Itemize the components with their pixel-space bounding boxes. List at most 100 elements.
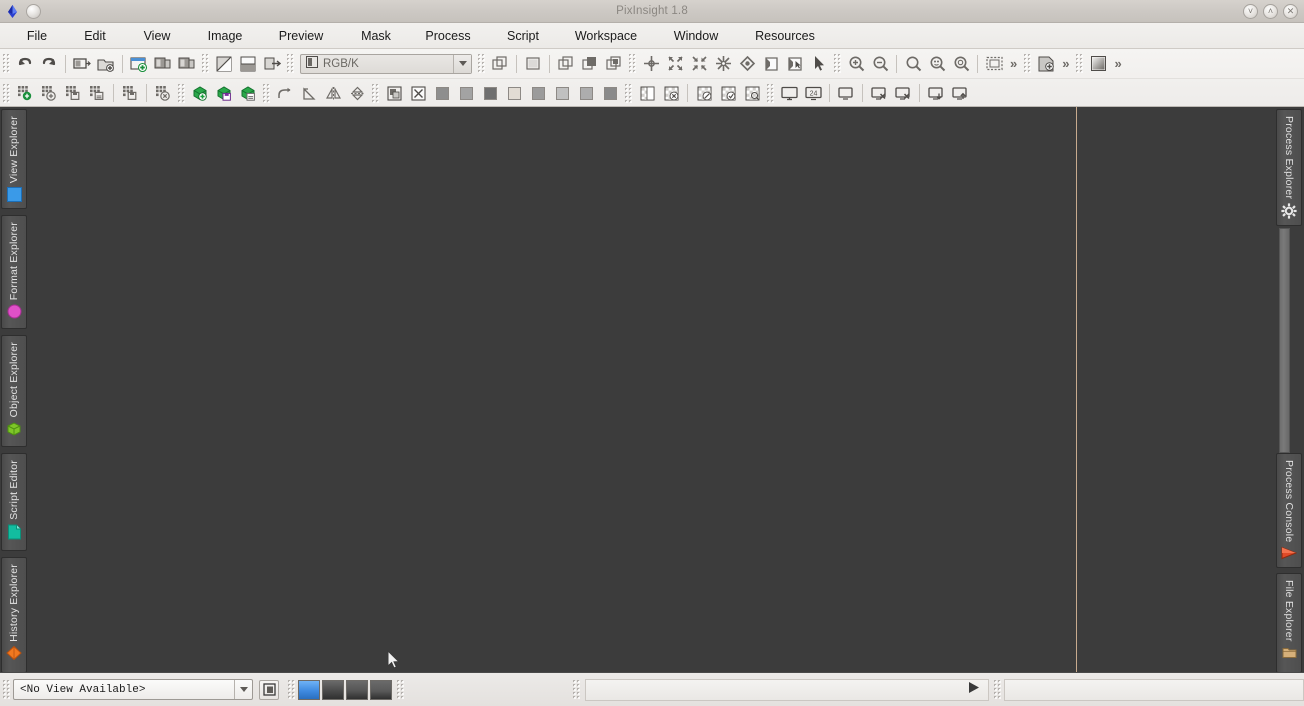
save-icon-set-button[interactable] [212,82,236,105]
mirror-vertical-button[interactable] [345,82,369,105]
preview-fill-button[interactable] [578,52,602,75]
statusbar-grip[interactable] [572,679,581,700]
add-files-button[interactable] [37,82,61,105]
open-icon-set-button[interactable] [188,82,212,105]
alpha-check-button[interactable] [716,82,740,105]
new-preview-button[interactable] [488,52,512,75]
toolbar-grip[interactable] [766,82,775,104]
save-project-as-button[interactable] [85,82,109,105]
transparency-show-button[interactable] [635,82,659,105]
accent-color-swatch[interactable] [574,82,598,105]
workspace-canvas[interactable] [28,107,1276,672]
toolbar-grip[interactable] [371,82,380,104]
mask-select-button[interactable] [783,52,807,75]
save-icon-set-as-button[interactable] [236,82,260,105]
toolbar-grip[interactable] [2,53,11,74]
statusbar-grip[interactable] [287,679,296,700]
fit-view-button[interactable] [687,52,711,75]
menu-item-script[interactable]: Script [497,26,549,46]
alpha-show-button[interactable] [692,82,716,105]
workspace-3-button[interactable] [346,679,368,700]
workspace-4-button[interactable] [370,679,392,700]
zoom-1-1-button[interactable] [711,52,735,75]
toolbar-grip[interactable] [177,82,186,104]
toolbar-grip[interactable] [2,82,11,104]
rotate-button[interactable] [297,82,321,105]
statusbar-grip[interactable] [2,679,11,700]
sidebar-tab-object-explorer[interactable]: Object Explorer [1,335,27,447]
save-all-button[interactable] [118,82,142,105]
toolbar-grip[interactable] [628,53,637,74]
toolbar-grip[interactable] [286,53,295,74]
highlight-color-swatch[interactable] [502,82,526,105]
mirror-horizontal-button[interactable] [321,82,345,105]
pointer-tool-button[interactable] [807,52,831,75]
toolbar-overflow-button[interactable]: » [1006,56,1021,71]
toolbar-grip[interactable] [477,53,486,74]
menu-item-view[interactable]: View [133,26,181,46]
sidebar-tab-format-explorer[interactable]: Format Explorer [1,215,27,329]
neutral-color-swatch[interactable] [478,82,502,105]
transparency-hide-button[interactable] [659,82,683,105]
select-region-button[interactable] [982,52,1006,75]
new-process-button[interactable] [1034,52,1058,75]
sidebar-tab-file-explorer[interactable]: File Explorer [1276,573,1302,673]
zoom-fit-button[interactable] [663,52,687,75]
preview-mask-button[interactable] [521,52,545,75]
menu-item-image[interactable]: Image [199,26,251,46]
toolbar-grip[interactable] [833,53,842,74]
menu-item-file[interactable]: File [16,26,58,46]
monitor-up-button[interactable] [948,82,972,105]
monitor-off-button[interactable] [867,82,891,105]
duplicate-view-button[interactable] [151,52,175,75]
preview-dup-button[interactable] [554,52,578,75]
toolbar-overflow-button[interactable]: » [1058,56,1073,71]
midtone-color-swatch[interactable] [526,82,550,105]
menu-item-edit[interactable]: Edit [74,26,116,46]
zoom-fit-window-button[interactable] [925,52,949,75]
open-project-button[interactable] [13,82,37,105]
new-project-button[interactable] [127,52,151,75]
statusbar-grip[interactable] [993,679,1002,700]
view-selector[interactable]: <No View Available> [13,679,253,700]
pan-mode-button[interactable] [639,52,663,75]
toolbar-grip[interactable] [1075,53,1085,74]
extra-color-swatch[interactable] [598,82,622,105]
alpha-find-button[interactable] [740,82,764,105]
toolbar-grip[interactable] [201,53,210,74]
sidebar-tab-script-editor[interactable]: Script Editor [1,453,27,551]
menu-item-mask[interactable]: Mask [353,26,399,46]
center-view-button[interactable] [735,52,759,75]
toolbar-grip[interactable] [1023,53,1033,74]
view-mode-button[interactable] [259,679,279,700]
play-triangle-icon[interactable] [968,681,980,699]
close-all-button[interactable] [151,82,175,105]
split-view-button[interactable] [236,52,260,75]
new-image-window-button[interactable] [70,52,94,75]
export-view-button[interactable] [260,52,284,75]
redo-button[interactable] [37,52,61,75]
view-selector-arrow-icon[interactable] [234,680,252,699]
undo-all-button[interactable] [273,82,297,105]
toolbar-grip[interactable] [262,82,271,104]
menu-item-window[interactable]: Window [663,26,729,46]
screen-mode-button[interactable] [777,82,801,105]
zoom-optimal-button[interactable] [949,52,973,75]
menu-item-workspace[interactable]: Workspace [564,26,648,46]
gradient-swatch-button[interactable] [1086,52,1110,75]
undo-button[interactable] [13,52,37,75]
workspace-1-button[interactable] [298,679,320,700]
zoom-in-button[interactable] [844,52,868,75]
sidebar-tab-history-explorer[interactable]: History Explorer [1,557,27,673]
preview-stack-button[interactable] [602,52,626,75]
screen-transfer-function-button[interactable] [212,52,236,75]
sidebar-tab-view-explorer[interactable]: View Explorer [1,109,27,209]
toolbar-overflow-button[interactable]: » [1110,56,1125,71]
save-project-button[interactable] [61,82,85,105]
workspace-2-button[interactable] [322,679,344,700]
close-view-button[interactable] [175,52,199,75]
mask-invert-button[interactable] [382,82,406,105]
chevron-down-icon[interactable] [453,54,471,73]
open-image-button[interactable] [94,52,118,75]
zoom-actual-button[interactable] [901,52,925,75]
